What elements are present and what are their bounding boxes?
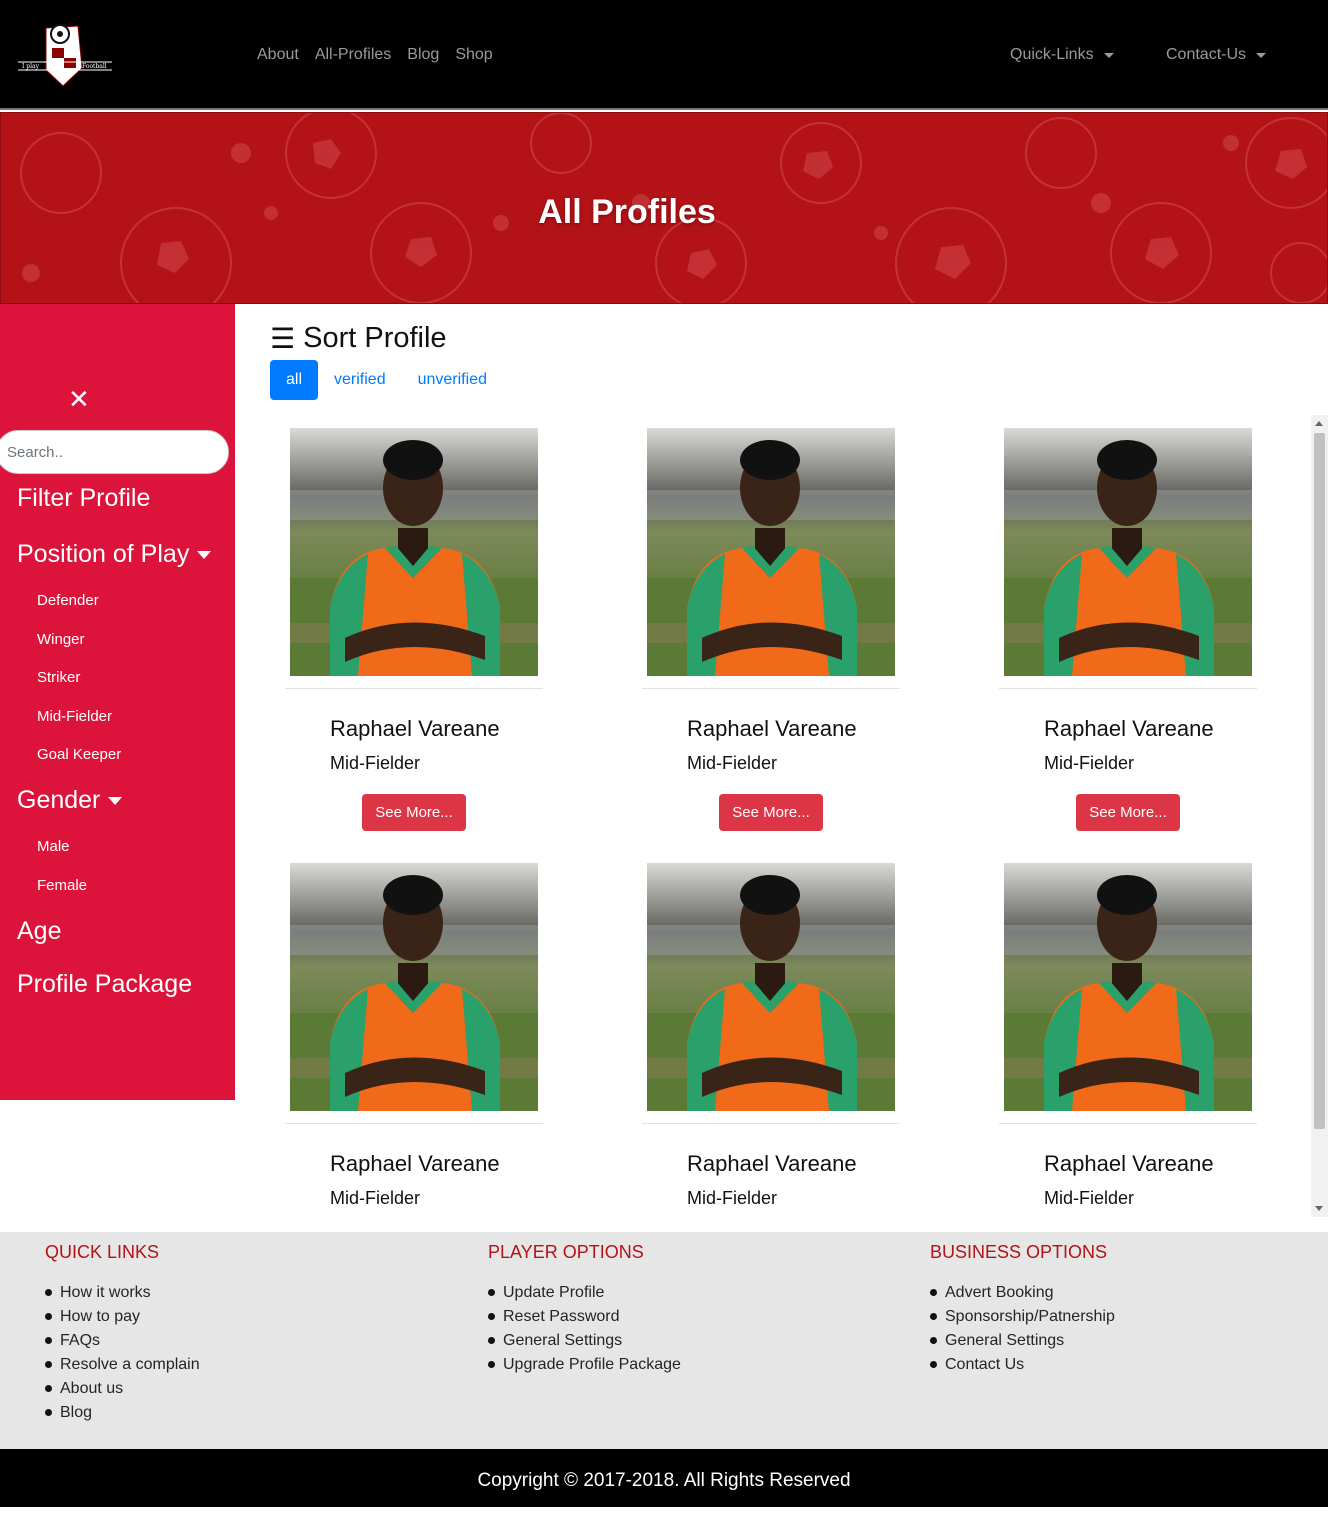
navbar: I play Football About All-Profiles Blog … [0,0,1328,110]
player-name: Raphael Vareane [330,1151,500,1176]
nav-blog[interactable]: Blog [407,46,439,64]
profile-photo[interactable] [647,428,895,676]
footer-quick-links: QUICK LINKS How it works How to pay FAQs… [45,1242,200,1425]
profiles-grid[interactable]: Raphael Vareane Mid-Fielder See More... Rap… [235,415,1311,1217]
player-name: Raphael Vareane [1044,1151,1214,1176]
filter-profile-heading: Filter Profile [17,484,151,512]
logo-crest-icon: I play Football [18,24,112,87]
see-more-button[interactable]: See More... [362,794,466,831]
gender-label: Gender [17,786,101,814]
footer-link[interactable]: General Settings [930,1329,1115,1353]
gender-female[interactable]: Female [37,877,87,894]
tab-all[interactable]: all [270,360,319,400]
card-divider [285,1123,543,1124]
footer-link[interactable]: Sponsorship/Patnership [930,1305,1115,1329]
tab-unverified[interactable]: unverified [402,360,503,400]
player-name: Raphael Vareane [1044,716,1214,741]
position-of-play-toggle[interactable]: Position of Play [17,540,212,569]
nav-all-profiles[interactable]: All-Profiles [315,46,391,64]
nav-about[interactable]: About [257,46,299,64]
sort-profile-label: Sort Profile [303,322,447,354]
player-name: Raphael Vareane [687,1151,857,1176]
card-divider [642,1123,900,1124]
footer-player-options-title: PLAYER OPTIONS [488,1242,644,1262]
scroll-down-icon[interactable] [1315,1206,1323,1211]
see-more-button[interactable]: See More... [1076,794,1180,831]
profile-photo[interactable] [647,863,895,1111]
footer-quick-links-title: QUICK LINKS [45,1242,160,1262]
caret-down-icon [1256,52,1267,58]
caret-down-icon [108,796,123,805]
card-divider [285,688,543,689]
hamburger-icon[interactable]: ☰ [270,322,295,355]
profile-package-filter[interactable]: Profile Package [17,970,192,999]
footer-business-options-title: BUSINESS OPTIONS [930,1242,1108,1262]
quick-links-dropdown[interactable]: Quick-Links [1010,46,1114,64]
position-winger[interactable]: Winger [37,631,85,648]
footer-link[interactable]: Reset Password [488,1305,681,1329]
quick-links-label: Quick-Links [1010,46,1094,63]
gender-male[interactable]: Male [37,838,70,855]
scroll-thumb[interactable] [1314,433,1325,1129]
position-defender[interactable]: Defender [37,592,99,609]
nav-links: About All-Profiles Blog Shop [257,46,493,64]
footer-link[interactable]: How it works [45,1281,200,1305]
scroll-up-icon[interactable] [1315,421,1323,426]
footer-link[interactable]: Blog [45,1401,200,1425]
player-position: Mid-Fielder [687,1188,778,1208]
footer-link[interactable]: Advert Booking [930,1281,1115,1305]
scrollbar[interactable] [1311,415,1328,1217]
footer-link[interactable]: Contact Us [930,1353,1115,1377]
svg-text:I play: I play [22,63,40,70]
player-name: Raphael Vareane [687,716,857,741]
hero-banner: All Profiles [0,112,1328,304]
position-striker[interactable]: Striker [37,669,80,686]
sort-tabs: all verified unverified [270,360,503,400]
caret-down-icon [197,550,212,559]
footer-link[interactable]: How to pay [45,1305,200,1329]
sidebar: ✕ Filter Profile Position of Play Defend… [0,304,235,1100]
sort-profile-heading: ☰ Sort Profile [270,322,447,355]
svg-text:Football: Football [82,63,107,70]
logo[interactable]: I play Football [16,22,114,88]
footer-link[interactable]: Update Profile [488,1281,681,1305]
player-position: Mid-Fielder [330,1188,421,1208]
footer-player-options: PLAYER OPTIONS Update Profile Reset Pass… [488,1242,681,1377]
profile-photo[interactable] [290,428,538,676]
card-divider [999,1123,1257,1124]
player-name: Raphael Vareane [330,716,500,741]
footer-business-options: BUSINESS OPTIONS Advert Booking Sponsors… [930,1242,1115,1377]
profile-photo[interactable] [290,863,538,1111]
copyright: Copyright © 2017-2018. All Rights Reserv… [0,1449,1328,1507]
position-mid-fielder[interactable]: Mid-Fielder [37,708,112,725]
age-filter[interactable]: Age [17,917,61,946]
see-more-button[interactable]: See More... [719,794,823,831]
footer-link[interactable]: About us [45,1377,200,1401]
page-title: All Profiles [538,193,716,231]
close-icon[interactable]: ✕ [68,386,90,412]
contact-us-dropdown[interactable]: Contact-Us [1166,46,1267,64]
profile-photo[interactable] [1004,863,1252,1111]
contact-us-label: Contact-Us [1166,46,1247,63]
footer-link[interactable]: General Settings [488,1329,681,1353]
position-goal-keeper[interactable]: Goal Keeper [37,746,121,763]
footer-link[interactable]: Upgrade Profile Package [488,1353,681,1377]
tab-verified[interactable]: verified [318,360,402,400]
nav-shop[interactable]: Shop [455,46,492,64]
position-of-play-label: Position of Play [17,540,190,568]
card-divider [642,688,900,689]
gender-toggle[interactable]: Gender [17,786,123,815]
player-position: Mid-Fielder [330,753,421,773]
player-position: Mid-Fielder [1044,753,1135,773]
footer: QUICK LINKS How it works How to pay FAQs… [0,1232,1328,1449]
footer-link[interactable]: FAQs [45,1329,200,1353]
caret-down-icon [1103,52,1114,58]
profile-photo[interactable] [1004,428,1252,676]
player-position: Mid-Fielder [687,753,778,773]
player-position: Mid-Fielder [1044,1188,1135,1208]
search-input[interactable] [0,430,229,474]
card-divider [999,688,1257,689]
footer-link[interactable]: Resolve a complain [45,1353,200,1377]
